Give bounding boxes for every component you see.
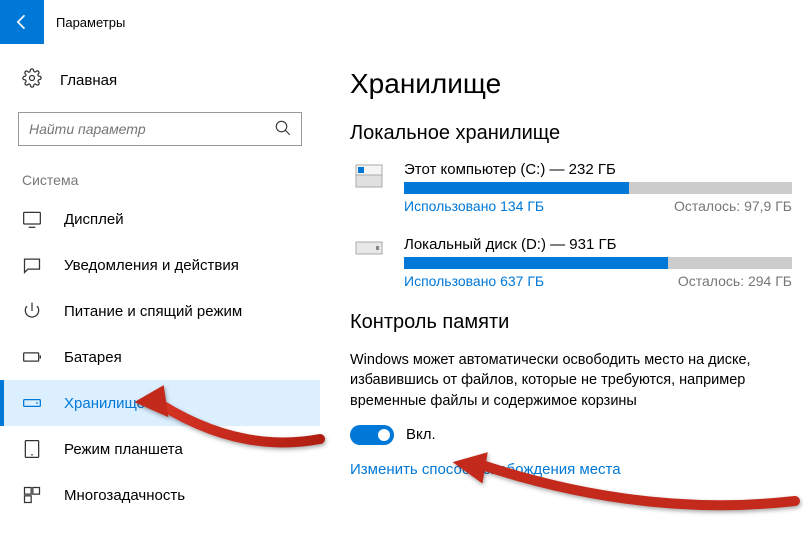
drive-c-remain: Осталось: 97,9 ГБ (674, 198, 792, 214)
local-storage-title: Локальное хранилище (350, 122, 792, 145)
page-title: Хранилище (350, 68, 792, 100)
drive-d-remain: Осталось: 294 ГБ (678, 273, 792, 289)
window-title: Параметры (44, 15, 125, 30)
drive-d-used: Использовано 637 ГБ (404, 273, 544, 289)
sidebar-item-label: Питание и спящий режим (64, 303, 242, 320)
storage-sense-desc: Windows может автоматически освободить м… (350, 350, 770, 411)
group-label: Система (0, 164, 320, 196)
drive-c-icon (350, 161, 388, 214)
drive-c-name: Этот компьютер (C:) — 232 ГБ (404, 161, 792, 178)
sidebar-item-label: Многозадачность (64, 487, 185, 504)
sidebar-item-label: Режим планшета (64, 441, 183, 458)
sidebar-item-label: Уведомления и действия (64, 257, 239, 274)
main-content: Хранилище Локальное хранилище Этот компь… (320, 44, 810, 540)
display-icon (22, 209, 42, 229)
drive-d-icon (350, 236, 388, 289)
drive-c[interactable]: Этот компьютер (C:) — 232 ГБ Использован… (350, 161, 792, 214)
multitask-icon (22, 485, 42, 505)
sidebar-item-storage[interactable]: Хранилище (0, 380, 320, 426)
sidebar-item-multitask[interactable]: Многозадачность (0, 472, 320, 518)
power-icon (22, 301, 42, 321)
home-label: Главная (60, 72, 117, 89)
notification-icon (22, 255, 42, 275)
sidebar-item-tablet[interactable]: Режим планшета (0, 426, 320, 472)
sidebar: Главная Система Дисплей Уведомления и де… (0, 44, 320, 540)
storage-icon (22, 393, 42, 413)
change-method-link[interactable]: Изменить способ освобождения места (350, 461, 792, 478)
storage-sense-toggle[interactable] (350, 425, 394, 445)
drive-d[interactable]: Локальный диск (D:) — 931 ГБ Использован… (350, 236, 792, 289)
sidebar-item-label: Хранилище (64, 395, 145, 412)
back-button[interactable] (0, 0, 44, 44)
sidebar-item-battery[interactable]: Батарея (0, 334, 320, 380)
home-button[interactable]: Главная (0, 58, 320, 102)
storage-sense-title: Контроль памяти (350, 311, 792, 334)
sidebar-item-label: Дисплей (64, 211, 124, 228)
drive-c-used: Использовано 134 ГБ (404, 198, 544, 214)
tablet-icon (22, 439, 42, 459)
sidebar-item-notifications[interactable]: Уведомления и действия (0, 242, 320, 288)
gear-icon (22, 68, 42, 92)
sidebar-item-label: Батарея (64, 349, 122, 366)
search-icon (274, 119, 292, 142)
drive-d-name: Локальный диск (D:) — 931 ГБ (404, 236, 792, 253)
search-input[interactable] (18, 112, 302, 146)
drive-c-bar (404, 182, 792, 194)
search-box[interactable] (18, 112, 302, 146)
toggle-label: Вкл. (406, 426, 436, 443)
battery-icon (22, 347, 42, 367)
drive-d-bar (404, 257, 792, 269)
sidebar-item-display[interactable]: Дисплей (0, 196, 320, 242)
sidebar-item-power[interactable]: Питание и спящий режим (0, 288, 320, 334)
